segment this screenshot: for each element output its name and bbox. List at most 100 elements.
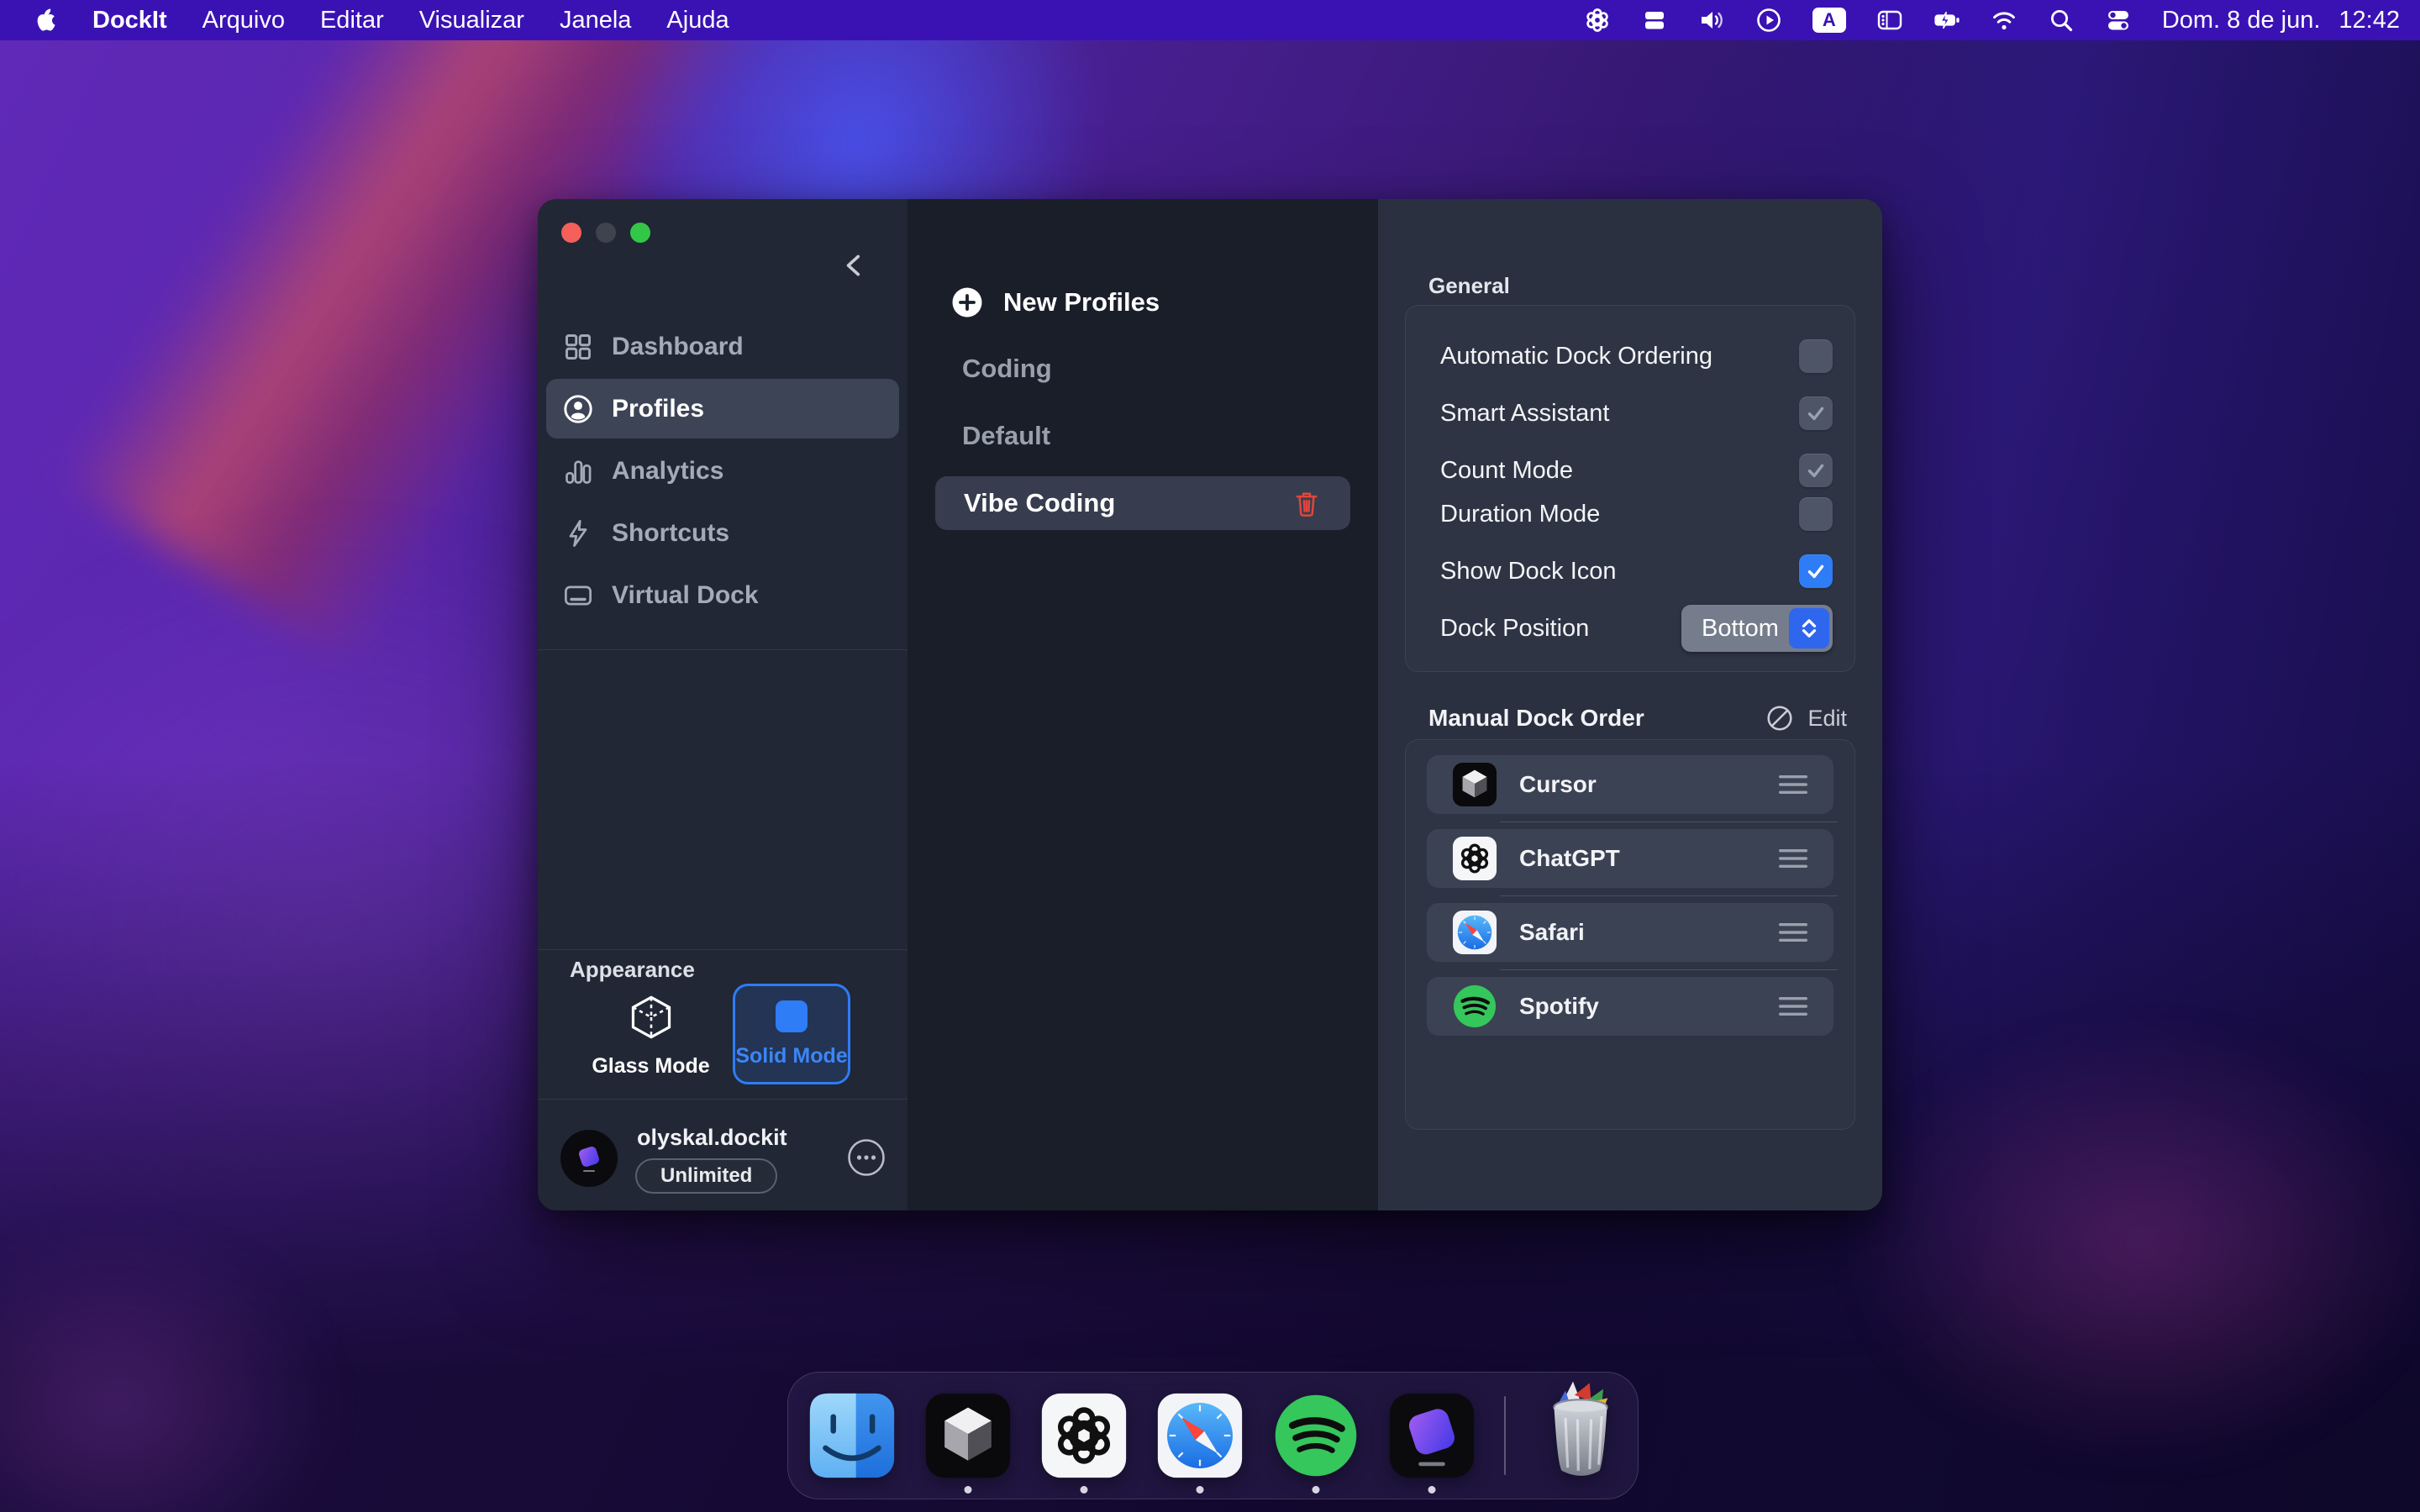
profile-item-vibe-coding[interactable]: Vibe Coding — [935, 476, 1350, 530]
display-sidebar-status-icon[interactable] — [1876, 7, 1903, 34]
input-source-status-icon[interactable]: A — [1812, 8, 1846, 33]
dock-position-value: Bottom — [1702, 615, 1779, 643]
dock-order-row-safari[interactable]: Safari — [1427, 903, 1833, 962]
dock-order-app-name: ChatGPT — [1519, 845, 1620, 872]
close-button[interactable] — [561, 223, 581, 243]
solid-mode-option[interactable]: Solid Mode — [733, 984, 850, 1084]
volume-status-icon[interactable] — [1698, 7, 1725, 34]
manual-dock-order-header: Manual Dock Order Edit — [1428, 701, 1847, 735]
cursor-app-icon — [1452, 762, 1497, 807]
menu-bar: DockIt Arquivo Editar Visualizar Janela … — [0, 0, 2420, 40]
new-profiles-label: New Profiles — [1003, 287, 1160, 318]
dock-dockit-icon[interactable] — [1388, 1392, 1476, 1479]
sidebar-divider — [538, 1099, 908, 1100]
menu-visualizar[interactable]: Visualizar — [419, 7, 524, 34]
drag-handle-icon[interactable] — [1778, 848, 1808, 869]
dock-cursor-icon[interactable] — [924, 1392, 1012, 1479]
sidebar-item-profiles[interactable]: Profiles — [546, 379, 899, 438]
edit-button[interactable]: Edit — [1765, 704, 1847, 732]
setting-label: Dock Position — [1440, 615, 1589, 643]
new-profiles-button[interactable]: New Profiles — [951, 286, 1160, 318]
play-status-icon[interactable] — [1755, 7, 1782, 34]
setting-label: Count Mode — [1440, 457, 1573, 485]
manual-dock-order-title: Manual Dock Order — [1428, 705, 1644, 732]
spotlight-search-icon[interactable] — [2048, 7, 2075, 34]
account-more-button[interactable] — [847, 1138, 886, 1177]
stacked-windows-status-icon[interactable] — [1641, 7, 1668, 34]
dock-order-row-cursor[interactable]: Cursor — [1427, 755, 1833, 814]
zoom-button[interactable] — [630, 223, 650, 243]
profile-item-coding[interactable]: Coding — [962, 354, 1052, 384]
sidebar-divider — [538, 949, 908, 950]
sidebar-item-label: Dashboard — [612, 333, 744, 361]
setting-label: Automatic Dock Ordering — [1440, 343, 1712, 370]
dock-order-row-chatgpt[interactable]: ChatGPT — [1427, 829, 1833, 888]
sidebar-item-virtual-dock[interactable]: Virtual Dock — [546, 565, 899, 625]
count-mode-checkbox[interactable] — [1799, 454, 1833, 487]
drag-handle-icon[interactable] — [1778, 774, 1808, 795]
setting-row-count-mode: Count Mode — [1440, 450, 1833, 491]
dock-safari-icon[interactable] — [1156, 1392, 1244, 1479]
control-center-icon[interactable] — [2105, 7, 2132, 34]
solid-square-icon — [776, 1000, 808, 1032]
sidebar-item-label: Shortcuts — [612, 519, 729, 548]
smart-assistant-checkbox[interactable] — [1799, 396, 1833, 430]
menu-arquivo[interactable]: Arquivo — [203, 7, 285, 34]
glass-mode-option[interactable]: Glass Mode — [581, 994, 720, 1079]
sidebar-item-shortcuts[interactable]: Shortcuts — [546, 503, 899, 563]
dockit-window: Dashboard Profiles Analytics Shortcuts V… — [538, 199, 1882, 1210]
dock-position-select[interactable]: Bottom — [1681, 605, 1833, 652]
menu-app-name[interactable]: DockIt — [92, 7, 167, 34]
menu-bar-clock[interactable]: Dom. 8 de jun. 12:42 — [2162, 7, 2400, 34]
person-circle-icon — [563, 394, 593, 424]
delete-profile-button[interactable] — [1292, 488, 1322, 518]
dock-order-app-name: Spotify — [1519, 993, 1599, 1020]
menu-janela[interactable]: Janela — [560, 7, 631, 34]
wifi-status-icon[interactable] — [1991, 7, 2018, 34]
collapse-sidebar-button[interactable] — [840, 251, 869, 280]
sidebar-nav: Dashboard Profiles Analytics Shortcuts V… — [546, 317, 899, 625]
duration-mode-checkbox[interactable] — [1799, 497, 1833, 531]
general-section-title: General — [1428, 273, 1510, 299]
edit-label: Edit — [1807, 706, 1847, 732]
dock-finder-icon[interactable] — [808, 1392, 896, 1479]
setting-row-duration-mode: Duration Mode — [1440, 494, 1833, 534]
menu-ajuda[interactable]: Ajuda — [666, 7, 729, 34]
dock-chatgpt-icon[interactable] — [1040, 1392, 1128, 1479]
battery-charging-status-icon[interactable] — [1933, 7, 1960, 34]
grid-icon — [563, 332, 593, 362]
plan-badge: Unlimited — [635, 1158, 777, 1194]
sidebar-item-analytics[interactable]: Analytics — [546, 441, 899, 501]
dock-spotify-icon[interactable] — [1272, 1392, 1360, 1479]
chatgpt-app-icon — [1452, 836, 1497, 881]
sidebar: Dashboard Profiles Analytics Shortcuts V… — [538, 199, 908, 1210]
dock-separator — [1504, 1396, 1506, 1475]
profile-name: Vibe Coding — [964, 488, 1115, 518]
menu-editar[interactable]: Editar — [320, 7, 384, 34]
desktop: DockIt Arquivo Editar Visualizar Janela … — [0, 0, 2420, 1512]
appearance-title: Appearance — [570, 957, 695, 983]
show-dock-icon-checkbox[interactable] — [1799, 554, 1833, 588]
account-name: olyskal.dockit — [637, 1125, 787, 1151]
automatic-dock-ordering-checkbox[interactable] — [1799, 339, 1833, 373]
glass-mode-label: Glass Mode — [592, 1054, 709, 1079]
general-card: Automatic Dock Ordering Smart Assistant … — [1405, 305, 1855, 672]
lightning-bolt-icon — [563, 518, 593, 549]
profiles-panel: New Profiles Coding Default Vibe Coding — [908, 199, 1378, 1210]
apple-menu-icon[interactable] — [30, 7, 57, 34]
sidebar-divider — [538, 649, 908, 650]
spotify-app-icon — [1452, 984, 1497, 1029]
drag-handle-icon[interactable] — [1778, 921, 1808, 943]
wireframe-cube-icon — [628, 994, 675, 1041]
dock-trash-icon[interactable] — [1534, 1378, 1627, 1484]
setting-label: Smart Assistant — [1440, 400, 1609, 428]
minimize-button[interactable] — [596, 223, 616, 243]
chatgpt-status-icon[interactable] — [1584, 7, 1611, 34]
profile-item-default[interactable]: Default — [962, 421, 1050, 451]
manual-dock-order-card: Cursor ChatGPT Safari S — [1405, 739, 1855, 1130]
sidebar-item-dashboard[interactable]: Dashboard — [546, 317, 899, 376]
dock-rect-icon — [563, 580, 593, 611]
bar-chart-icon — [563, 456, 593, 486]
dock-order-row-spotify[interactable]: Spotify — [1427, 977, 1833, 1036]
drag-handle-icon[interactable] — [1778, 995, 1808, 1017]
